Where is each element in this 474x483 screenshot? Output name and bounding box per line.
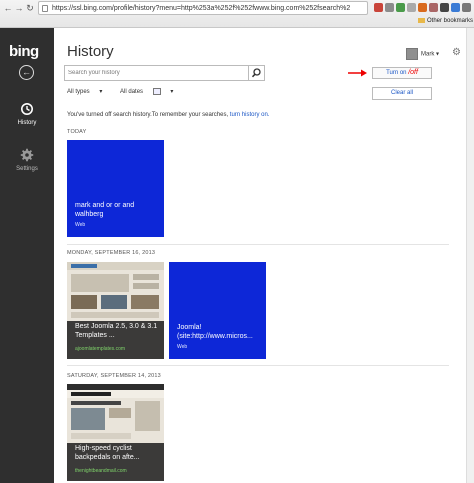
history-tile[interactable]: Joomla! (site:http://www.micros... Web [169, 262, 266, 359]
reload-icon[interactable]: ↻ [25, 3, 35, 13]
extension-icon[interactable] [440, 3, 449, 12]
turn-history-on-link[interactable]: turn history on. [230, 112, 270, 118]
page-title: History [67, 43, 114, 60]
tile-source: Web [177, 344, 188, 350]
settings-gear-icon[interactable]: ⚙ [452, 48, 462, 58]
url-text: https://ssl.bing.com/profile/history?men… [52, 5, 351, 12]
notice-text: You've turned off search history.To reme… [67, 112, 229, 118]
calendar-icon [152, 88, 161, 95]
turn-on-label: Turn on [386, 70, 407, 76]
history-tile[interactable]: Best Joomla 2.5, 3.0 & 3.1 Templates ...… [67, 262, 164, 359]
off-annotation: /off [408, 69, 418, 76]
chevron-down-icon: ▾ [99, 89, 103, 96]
back-circle-icon[interactable]: ← [19, 65, 34, 80]
bookmark-bar: Other bookmarks [0, 16, 474, 27]
red-arrow-annotation [348, 69, 367, 77]
filters-row: All types ▾ All dates ▾ [67, 88, 189, 95]
tile-url[interactable]: thenightbeandmail.com [75, 468, 127, 474]
extension-icon[interactable] [407, 3, 416, 12]
rail-item-history[interactable]: History [0, 102, 54, 126]
other-bookmarks-label: Other bookmarks [427, 18, 474, 24]
section-divider [67, 365, 449, 366]
extension-icon[interactable] [418, 3, 427, 12]
tile-url[interactable]: ajoomlatemplates.com [75, 346, 125, 352]
forward-arrow-icon[interactable]: → [14, 3, 24, 13]
tile-title: Joomla! (site:http://www.micros... [177, 324, 253, 340]
rail-item-settings[interactable]: Settings [0, 148, 54, 172]
rail-history-label: History [17, 120, 37, 126]
history-icon [21, 103, 33, 115]
main-content: History All types ▾ All dates ▾ You've t… [54, 28, 474, 483]
dates-filter-label: All dates [120, 89, 144, 96]
search-button[interactable] [248, 66, 264, 80]
section-date: MONDAY, SEPTEMBER 16, 2013 [67, 250, 156, 256]
history-off-notice: You've turned off search history.To reme… [67, 112, 269, 118]
address-bar[interactable]: https://ssl.bing.com/profile/history?men… [38, 1, 368, 15]
history-tile[interactable]: mark and or or and walhberg Web [67, 140, 164, 237]
chevron-down-icon: ▾ [436, 51, 440, 58]
extension-icon[interactable] [429, 3, 438, 12]
extension-icon[interactable] [396, 3, 405, 12]
left-rail: bing ← History Settings [0, 28, 54, 483]
search-input[interactable] [65, 66, 249, 80]
tile-title: High-speed cyclist backpedals on afte... [75, 445, 140, 461]
extension-icon[interactable] [385, 3, 394, 12]
bing-logo[interactable]: bing [9, 43, 39, 60]
section-date: SATURDAY, SEPTEMBER 14, 2013 [67, 373, 161, 379]
section-date: TODAY [67, 129, 87, 135]
scrollbar[interactable] [466, 28, 474, 483]
extension-icons [374, 3, 471, 13]
folder-icon [418, 17, 425, 23]
back-arrow-icon[interactable]: ← [3, 3, 13, 13]
history-tile[interactable]: High-speed cyclist backpedals on afte...… [67, 384, 164, 481]
chevron-down-icon: ▾ [170, 89, 174, 96]
types-filter[interactable]: All types ▾ [67, 88, 110, 95]
extension-icon[interactable] [374, 3, 383, 12]
other-bookmarks-folder[interactable]: Other bookmarks [418, 16, 473, 26]
extension-icon[interactable] [451, 3, 460, 12]
tile-source: Web [75, 222, 86, 228]
gear-icon [20, 148, 34, 162]
dates-filter[interactable]: All dates ▾ [120, 88, 181, 95]
avatar [406, 48, 418, 60]
turn-on-button[interactable]: Turn on /off [372, 67, 432, 79]
user-menu[interactable]: Mark ▾ [406, 48, 439, 60]
clear-all-button[interactable]: Clear all [372, 87, 432, 100]
tile-title: mark and or or and walhberg [75, 202, 135, 218]
types-filter-label: All types [67, 89, 90, 96]
search-box [64, 65, 265, 81]
user-name: Mark [421, 51, 435, 58]
search-icon [251, 68, 261, 78]
browser-toolbar: ← → ↻ https://ssl.bing.com/profile/histo… [0, 0, 474, 28]
section-divider [67, 244, 449, 245]
rail-settings-label: Settings [16, 166, 38, 172]
menu-icon[interactable] [462, 3, 471, 12]
tile-title: Best Joomla 2.5, 3.0 & 3.1 Templates ... [75, 323, 158, 339]
lock-icon [42, 5, 48, 12]
